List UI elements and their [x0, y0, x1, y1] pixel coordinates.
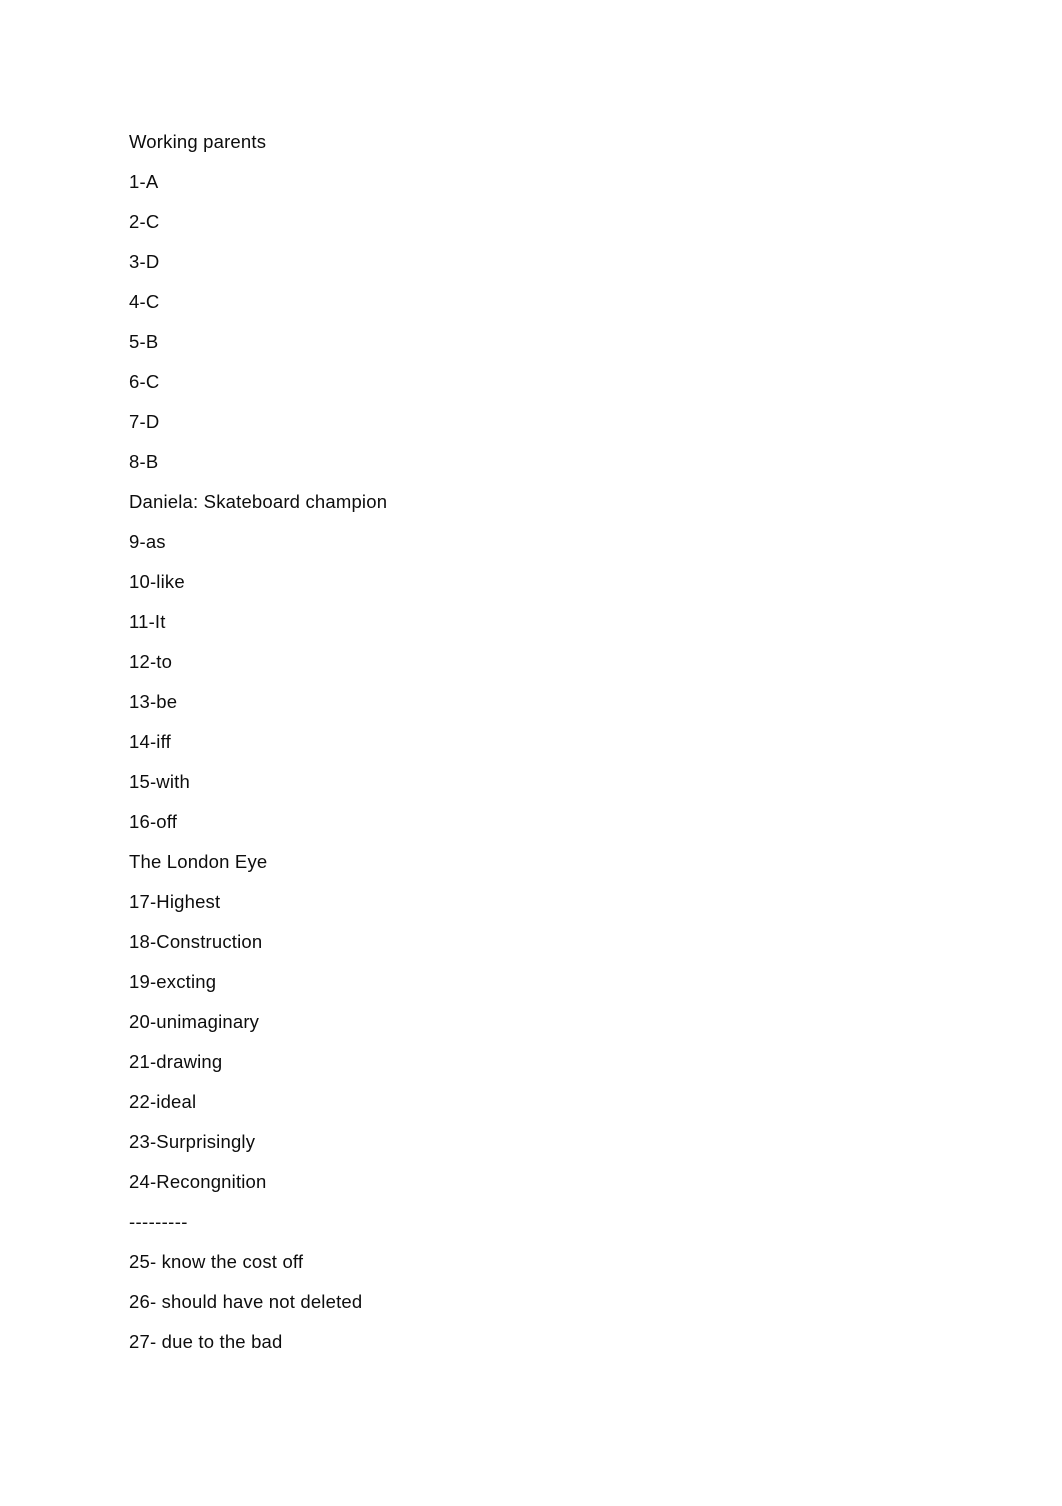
answer-line: 27- due to the bad [129, 1331, 283, 1352]
answer-line: 11-It [129, 611, 166, 632]
answer-line: 10-like [129, 571, 185, 592]
answer-line: 22-ideal [129, 1091, 197, 1112]
answer-line: 16-off [129, 811, 178, 832]
answer-line: 6-C [129, 371, 160, 392]
answer-line: 15-with [129, 771, 190, 792]
answer-line: 4-C [129, 291, 160, 312]
document-page: Working parents 1-A 2-C 3-D 4-C 5-B 6-C 7-D 8-B D… [0, 0, 1062, 1506]
answer-line: 13-be [129, 691, 178, 712]
answer-line: 1-A [129, 171, 159, 192]
answer-line: 18-Construction [129, 931, 263, 952]
answer-line: 14-iff [129, 731, 171, 752]
section-divider: --------- [129, 1211, 188, 1232]
answer-line: 25- know the cost off [129, 1251, 304, 1272]
answer-line: 9-as [129, 531, 166, 552]
answer-line: 20-unimaginary [129, 1011, 260, 1032]
answer-line: 26- should have not deleted [129, 1291, 363, 1312]
answer-line: 19-excting [129, 971, 217, 992]
answer-line: 24-Recongnition [129, 1171, 267, 1192]
section-heading: The London Eye [129, 851, 268, 872]
answer-line: 7-D [129, 411, 160, 432]
answer-line: 2-C [129, 211, 160, 232]
answer-line: 3-D [129, 251, 160, 272]
answer-line: 17-Highest [129, 891, 221, 912]
answer-line: 5-B [129, 331, 159, 352]
section-heading: Daniela: Skateboard champion [129, 491, 388, 512]
answer-line: 23-Surprisingly [129, 1131, 256, 1152]
answer-line: 12-to [129, 651, 173, 672]
section-heading: Working parents [129, 131, 267, 152]
document-text-body[interactable]: Working parents 1-A 2-C 3-D 4-C 5-B 6-C 7-D 8-B D… [129, 122, 949, 1362]
answer-line: 21-drawing [129, 1051, 223, 1072]
answer-line: 8-B [129, 451, 159, 472]
